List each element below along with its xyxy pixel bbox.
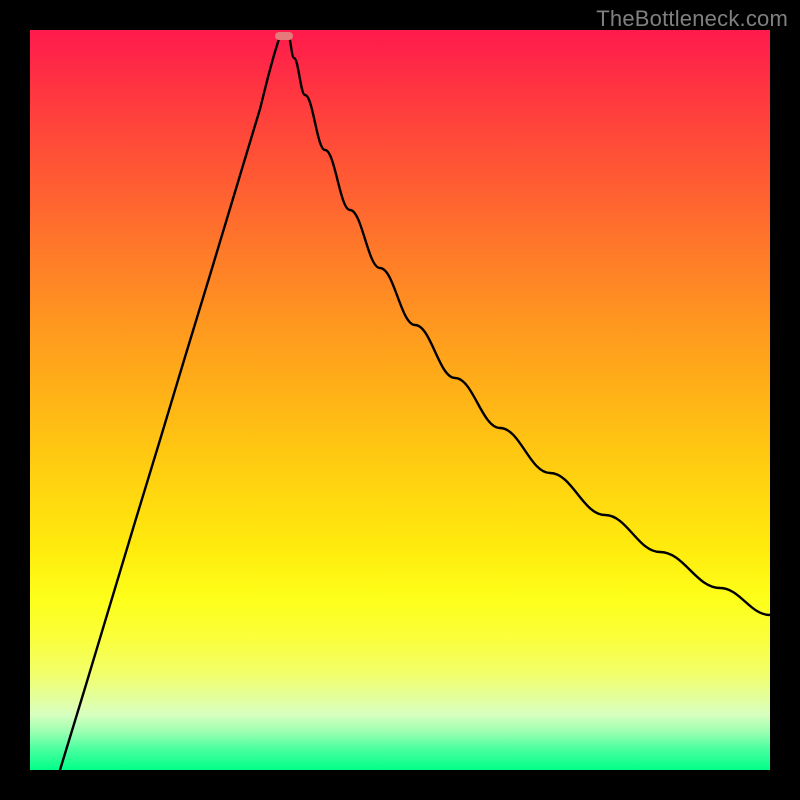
chart-frame: TheBottleneck.com [0,0,800,800]
curve-right-branch [288,35,770,615]
curve-left-branch [60,35,280,770]
minimum-marker [275,32,293,40]
curve-svg [30,30,770,770]
watermark-label: TheBottleneck.com [596,6,788,32]
plot-area [30,30,770,770]
